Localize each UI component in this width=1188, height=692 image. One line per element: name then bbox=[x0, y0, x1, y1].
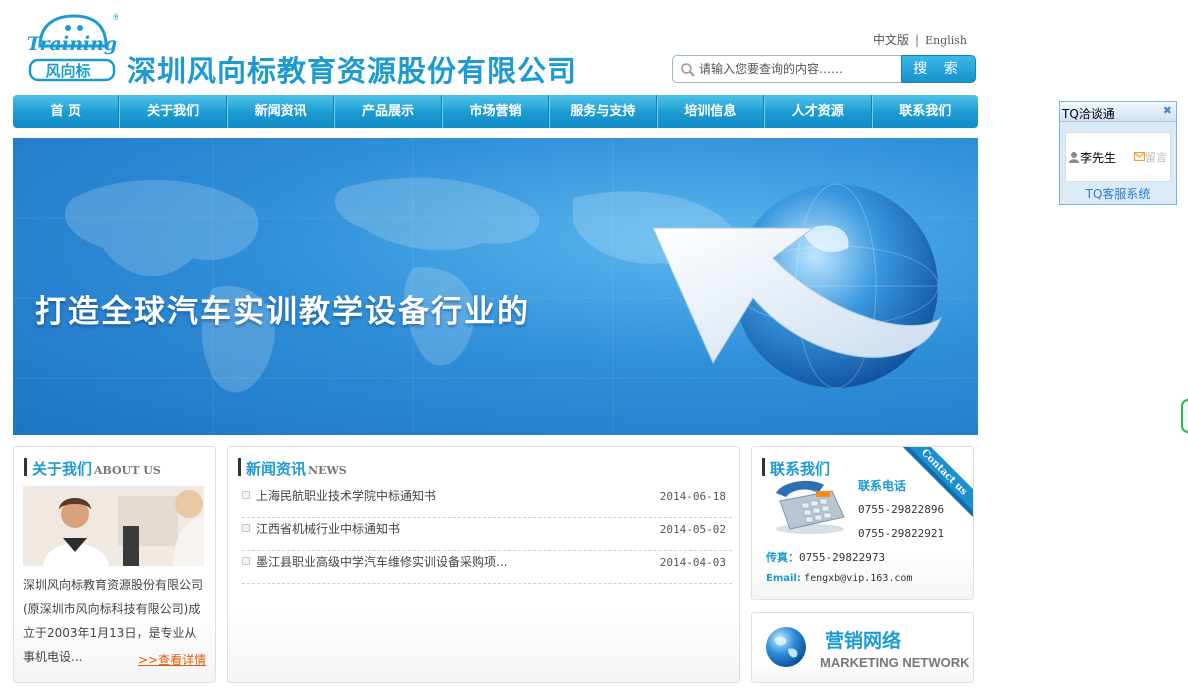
tq-agent-name: 李先生 bbox=[1080, 151, 1117, 165]
company-name: 深圳风向标教育资源股份有限公司 bbox=[127, 54, 578, 88]
fax-line: 传真：0755-29822973 bbox=[766, 549, 885, 565]
about-title-en: ABOUT US bbox=[94, 464, 161, 477]
banner-slogan: 打造全球汽车实训教学设备行业的 bbox=[35, 294, 530, 330]
news-item-date: 2014-04-03 bbox=[659, 556, 726, 569]
contact-panel: 联系我们 Contact us 联系电话 0755-29822896 0755-… bbox=[751, 446, 974, 600]
marketing-network-panel[interactable]: 营销网络 MARKETING NETWORK bbox=[751, 612, 974, 683]
tq-footer[interactable]: TQ客服系统 bbox=[1060, 185, 1176, 202]
about-more-link[interactable]: >>查看详情 bbox=[138, 651, 206, 668]
tq-agent[interactable]: 李先生 bbox=[1068, 149, 1116, 166]
news-panel: 新闻资讯 NEWS 上海民航职业技术学院中标通知书 2014-06-18 江西省机… bbox=[227, 446, 740, 683]
news-item[interactable]: 墨江县职业高级中学汽车维修实训设备采购项... 2014-04-03 bbox=[242, 551, 732, 584]
company-logo[interactable]: Training 风向标 ® bbox=[26, 10, 118, 84]
tq-message-label: 留言 bbox=[1145, 151, 1167, 164]
search-bar: 搜 索 bbox=[672, 55, 976, 83]
marketing-title-cn: 营销网络 bbox=[825, 630, 902, 652]
main-nav: 首 页 关于我们 新闻资讯 产品展示 市场营销 服务与支持 培训信息 人才资源 … bbox=[13, 95, 978, 128]
phone-label: 联系电话 bbox=[858, 479, 907, 493]
lang-chinese-link[interactable]: 中文版 bbox=[873, 33, 909, 47]
tq-agent-list: 李先生 留言 bbox=[1065, 132, 1171, 182]
bullet-icon bbox=[242, 524, 250, 532]
search-input[interactable] bbox=[699, 60, 897, 78]
email-label: Email: bbox=[766, 573, 801, 584]
globe-icon bbox=[766, 627, 806, 667]
close-icon[interactable]: ✖ bbox=[1163, 104, 1172, 117]
about-title: 关于我们 ABOUT US bbox=[24, 458, 161, 478]
tq-header: TQ洽谈通 ✖ bbox=[1060, 102, 1176, 122]
logo-text: Training bbox=[27, 33, 117, 55]
nav-training[interactable]: 培训信息 bbox=[656, 95, 765, 128]
search-box bbox=[672, 55, 902, 83]
tq-chat-widget: TQ洽谈通 ✖ 李先生 留言 TQ客服系统 bbox=[1059, 101, 1177, 205]
about-title-cn: 关于我们 bbox=[32, 460, 93, 478]
news-list: 上海民航职业技术学院中标通知书 2014-06-18 江西省机械行业中标通知书 … bbox=[242, 485, 732, 584]
logo-registered-mark: ® bbox=[112, 13, 118, 23]
news-item-date: 2014-05-02 bbox=[659, 523, 726, 536]
email-line: Email: fengxb@vip.163.com bbox=[766, 573, 912, 584]
fax-number: 0755-29822973 bbox=[799, 551, 886, 564]
lang-separator: | bbox=[915, 33, 920, 47]
nav-home[interactable]: 首 页 bbox=[13, 95, 120, 128]
news-title: 新闻资讯 NEWS bbox=[238, 458, 347, 478]
nav-contact[interactable]: 联系我们 bbox=[871, 95, 978, 128]
news-title-cn: 新闻资讯 bbox=[246, 460, 307, 478]
nav-news[interactable]: 新闻资讯 bbox=[226, 95, 335, 128]
mail-icon bbox=[1134, 152, 1145, 161]
telephone-icon bbox=[776, 480, 845, 534]
lang-english-link[interactable]: English bbox=[925, 34, 967, 47]
nav-marketing[interactable]: 市场营销 bbox=[441, 95, 550, 128]
nav-products[interactable]: 产品展示 bbox=[334, 95, 442, 128]
user-icon bbox=[1069, 152, 1079, 163]
news-item-date: 2014-06-18 bbox=[659, 490, 726, 503]
nav-about[interactable]: 关于我们 bbox=[119, 95, 227, 128]
tq-title: TQ洽谈通 bbox=[1062, 107, 1115, 121]
nav-careers[interactable]: 人才资源 bbox=[764, 95, 872, 128]
marketing-title-en: MARKETING NETWORK bbox=[820, 655, 970, 670]
ribbon-text: Contact us bbox=[919, 447, 970, 498]
about-photo bbox=[23, 486, 204, 566]
hero-banner[interactable]: 打造全球汽车实训教学设备行业的 bbox=[13, 138, 978, 435]
language-switcher: 中文版 | English bbox=[873, 31, 967, 48]
search-icon bbox=[681, 63, 695, 77]
news-item[interactable]: 上海民航职业技术学院中标通知书 2014-06-18 bbox=[242, 485, 732, 518]
news-item-title[interactable]: 江西省机械行业中标通知书 bbox=[256, 518, 400, 541]
contact-title-cn: 联系我们 bbox=[770, 460, 831, 478]
news-item-title[interactable]: 上海民航职业技术学院中标通知书 bbox=[256, 485, 436, 508]
news-item-title[interactable]: 墨江县职业高级中学汽车维修实训设备采购项... bbox=[256, 551, 507, 574]
email-address[interactable]: fengxb@vip.163.com bbox=[804, 573, 912, 584]
search-button[interactable]: 搜 索 bbox=[901, 55, 976, 83]
news-title-en: NEWS bbox=[308, 464, 347, 477]
bullet-icon bbox=[242, 491, 250, 499]
contact-title: 联系我们 bbox=[762, 458, 831, 478]
bullet-icon bbox=[242, 557, 250, 565]
about-panel: 关于我们 ABOUT US 深圳风向标教育资源股份有限公司(原深圳市风向标科技有限… bbox=[13, 446, 216, 683]
phone-number-2: 0755-29822921 bbox=[858, 527, 945, 540]
logo-cn: 风向标 bbox=[45, 62, 90, 80]
fax-label: 传真： bbox=[766, 551, 799, 564]
tq-message-button[interactable]: 留言 bbox=[1134, 149, 1167, 165]
nav-service[interactable]: 服务与支持 bbox=[549, 95, 657, 128]
news-item[interactable]: 江西省机械行业中标通知书 2014-05-02 bbox=[242, 518, 732, 551]
side-float-tab[interactable] bbox=[1181, 399, 1188, 433]
monitor-shape bbox=[123, 526, 139, 566]
phone-number-1: 0755-29822896 bbox=[858, 503, 945, 516]
